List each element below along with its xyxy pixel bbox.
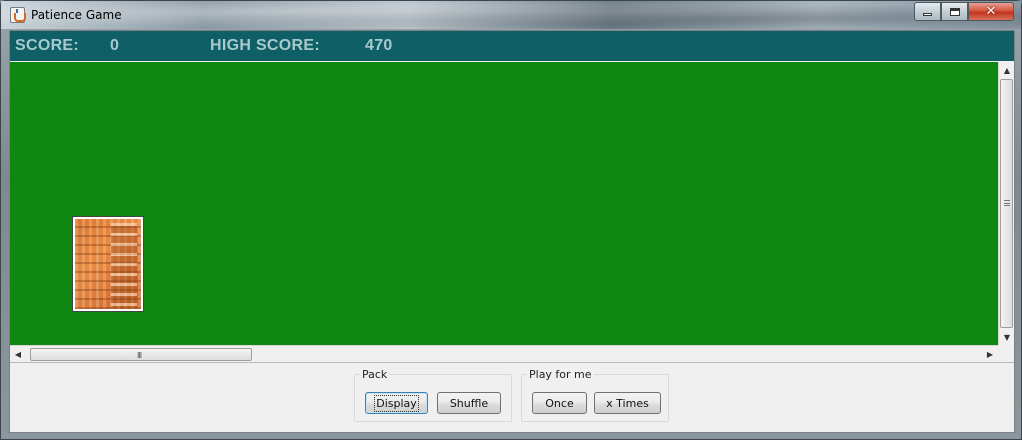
play-for-me-group-label: Play for me <box>527 368 594 381</box>
close-icon: ✕ <box>985 4 997 19</box>
title-bar[interactable]: Patience Game ✕ <box>1 1 1021 29</box>
once-button[interactable]: Once <box>532 392 587 414</box>
high-score-label: HIGH SCORE: <box>210 37 320 54</box>
high-score-value: 470 <box>365 37 393 54</box>
maximize-icon <box>949 7 960 16</box>
card-pack[interactable] <box>72 216 144 312</box>
scroll-left-icon[interactable]: ◀ <box>10 346 26 362</box>
scroll-down-icon[interactable]: ▼ <box>999 329 1015 345</box>
score-label: SCORE: <box>15 37 80 54</box>
score-value: 0 <box>110 37 120 54</box>
grip-icon: III <box>137 351 142 360</box>
grip-icon <box>1004 200 1010 206</box>
horizontal-scrollbar[interactable]: ◀ III ▶ <box>10 345 998 362</box>
scroll-up-icon[interactable]: ▲ <box>999 62 1015 78</box>
app-window: Patience Game ✕ SCORE: 0 HIGH SCORE: 470… <box>0 0 1022 440</box>
client-area: SCORE: 0 HIGH SCORE: 470 ▲ ▼ ◀ III ▶ Pac… <box>9 30 1015 433</box>
card-table[interactable] <box>10 62 998 345</box>
scroll-right-icon[interactable]: ▶ <box>982 346 998 362</box>
window-title: Patience Game <box>31 8 122 22</box>
x-times-button[interactable]: x Times <box>594 392 661 414</box>
vertical-scroll-thumb[interactable] <box>1000 79 1013 328</box>
pack-group: Pack Display Shuffle <box>354 368 512 422</box>
score-bar: SCORE: 0 HIGH SCORE: 470 <box>10 31 1014 61</box>
x-times-button-label: x Times <box>606 396 649 410</box>
control-panel: Pack Display Shuffle Play for me Once x … <box>10 362 1014 432</box>
horizontal-scroll-thumb[interactable]: III <box>30 348 252 361</box>
display-button-label: Display <box>374 394 419 412</box>
once-button-label: Once <box>545 396 574 410</box>
pack-group-label: Pack <box>360 368 390 381</box>
display-button[interactable]: Display <box>365 392 428 414</box>
java-app-icon[interactable] <box>10 7 26 23</box>
shuffle-button[interactable]: Shuffle <box>437 392 501 414</box>
play-for-me-group: Play for me Once x Times <box>521 368 669 422</box>
maximize-button[interactable] <box>941 2 968 21</box>
card-back-image <box>75 219 141 309</box>
close-button[interactable]: ✕ <box>968 2 1014 21</box>
minimize-icon <box>923 13 932 16</box>
minimize-button[interactable] <box>914 2 941 21</box>
scroll-corner <box>998 345 1014 362</box>
vertical-scrollbar[interactable]: ▲ ▼ <box>998 62 1014 345</box>
shuffle-button-label: Shuffle <box>449 396 489 410</box>
